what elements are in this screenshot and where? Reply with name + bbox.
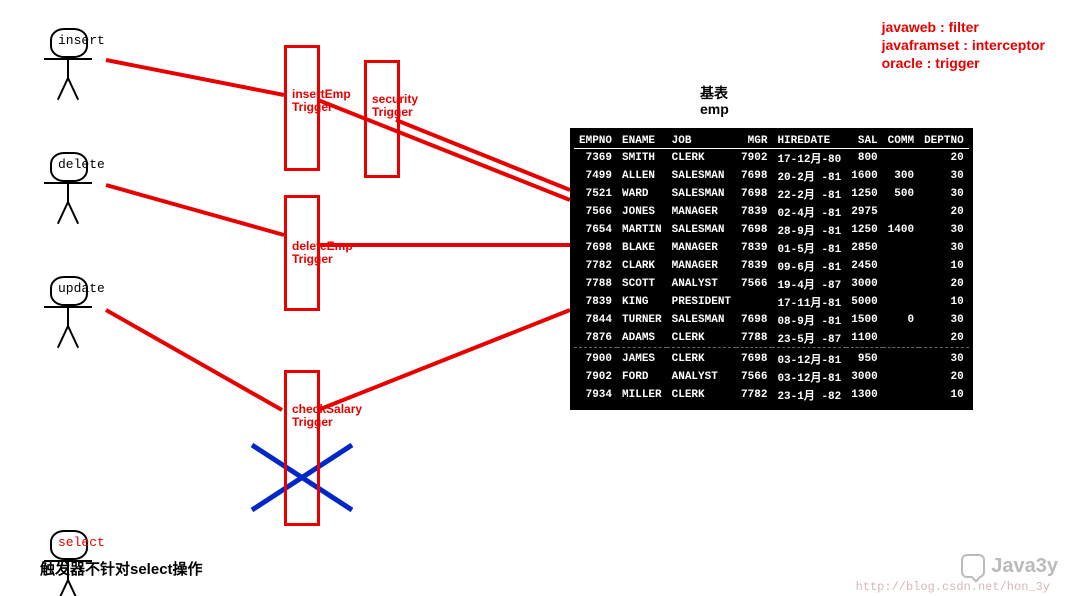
table-row: 7900JAMESCLERK769803-12月-8195030 <box>574 350 969 368</box>
table-row: 7844TURNERSALESMAN769808-9月 -811500030 <box>574 311 969 329</box>
table-row: 7839KINGPRESIDENT17-11月-81500010 <box>574 293 969 311</box>
source-url: http://blog.csdn.net/hon_3y <box>856 580 1050 594</box>
table-row: 7876ADAMSCLERK778823-5月 -87110020 <box>574 329 969 348</box>
tech-note-l1: javaweb : filter <box>882 18 1045 36</box>
table-row: 7902FORDANALYST756603-12月-81300020 <box>574 368 969 386</box>
col-mgr: MGR <box>736 134 772 149</box>
trigger-insertEmp-l2: Trigger <box>292 100 333 114</box>
watermark-text: Java3y <box>991 555 1058 578</box>
stick-update: update <box>50 276 88 306</box>
stick-delete-label: delete <box>58 157 105 172</box>
stick-select: select <box>50 530 88 560</box>
bottom-note: 触发器不针对select操作 <box>40 558 203 579</box>
trigger-deleteEmp-l2: Trigger <box>292 252 333 266</box>
tech-note-l3: oracle : trigger <box>882 54 1045 72</box>
trigger-insertEmp: insertEmpTrigger <box>284 45 320 171</box>
trigger-checkSalary-l1: checkSalary <box>292 402 362 416</box>
table-row: 7369SMITHCLERK790217-12月-8080020 <box>574 149 969 168</box>
col-hiredate: HIREDATE <box>772 134 846 149</box>
stick-insert-label: insert <box>58 33 105 48</box>
table-row: 7521WARDSALESMAN769822-2月 -81125050030 <box>574 185 969 203</box>
stick-update-label: update <box>58 281 105 296</box>
trigger-security-l1: security <box>372 92 418 106</box>
trigger-checkSalary-l2: Trigger <box>292 415 333 429</box>
stick-select-label: select <box>58 535 105 550</box>
table-title-l2: emp <box>700 101 729 117</box>
emp-table-grid: EMPNOENAMEJOBMGRHIREDATESALCOMMDEPTNO 73… <box>574 134 969 404</box>
table-row: 7698BLAKEMANAGER783901-5月 -81285030 <box>574 239 969 257</box>
col-comm: COMM <box>883 134 919 149</box>
emp-table: EMPNOENAMEJOBMGRHIREDATESALCOMMDEPTNO 73… <box>570 128 973 410</box>
table-row: 7499ALLENSALESMAN769820-2月 -81160030030 <box>574 167 969 185</box>
trigger-security: securityTrigger <box>364 60 400 178</box>
tech-note-l2: javaframset : interceptor <box>882 36 1045 54</box>
trigger-deleteEmp: deleteEmpTrigger <box>284 195 320 311</box>
table-row: 7788SCOTTANALYST756619-4月 -87300020 <box>574 275 969 293</box>
chat-icon <box>961 554 985 578</box>
col-deptno: DEPTNO <box>919 134 969 149</box>
stick-insert: insert <box>50 28 88 58</box>
table-title-l1: 基表 <box>700 85 729 101</box>
table-row: 7782CLARKMANAGER783909-6月 -81245010 <box>574 257 969 275</box>
trigger-checkSalary: checkSalaryTrigger <box>284 370 320 526</box>
table-title: 基表 emp <box>700 85 729 117</box>
stick-delete: delete <box>50 152 88 182</box>
trigger-deleteEmp-l1: deleteEmp <box>292 239 353 253</box>
trigger-security-l2: Trigger <box>372 105 413 119</box>
tech-note: javaweb : filter javaframset : intercept… <box>882 18 1045 72</box>
table-row: 7566JONESMANAGER783902-4月 -81297520 <box>574 203 969 221</box>
col-empno: EMPNO <box>574 134 617 149</box>
col-ename: ENAME <box>617 134 667 149</box>
col-sal: SAL <box>846 134 882 149</box>
col-job: JOB <box>667 134 736 149</box>
watermark: Java3y <box>961 554 1058 578</box>
table-row: 7934MILLERCLERK778223-1月 -82130010 <box>574 386 969 404</box>
trigger-insertEmp-l1: insertEmp <box>292 87 351 101</box>
table-row: 7654MARTINSALESMAN769828-9月 -81125014003… <box>574 221 969 239</box>
